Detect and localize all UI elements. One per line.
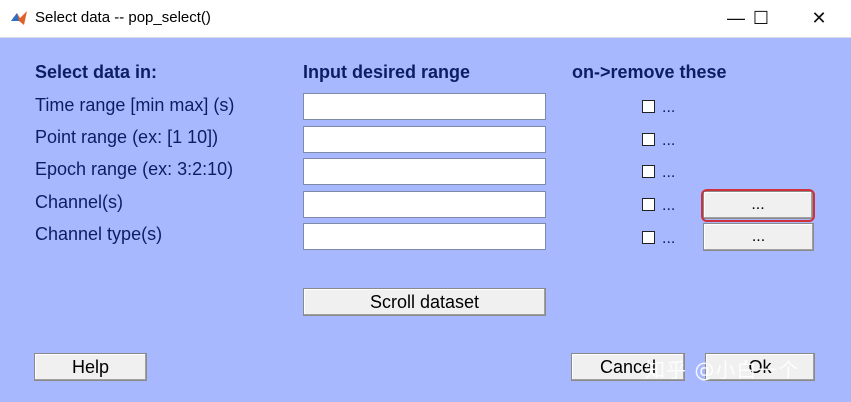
remove-header: on->remove these: [572, 62, 727, 82]
close-icon: ✕: [811, 8, 827, 28]
highlight-box: [701, 189, 815, 222]
point-range-label: Point range (ex: [1 10]): [35, 127, 219, 147]
channel-type-label: Channel type(s): [35, 224, 163, 244]
maximize-button[interactable]: ☐: [738, 0, 784, 37]
epoch-range-input[interactable]: [303, 158, 546, 185]
channels-input[interactable]: [303, 191, 546, 218]
select-in-header: Select data in:: [35, 62, 158, 82]
channels-remove-checkbox[interactable]: [642, 198, 655, 211]
epoch-range-remove-checkbox[interactable]: [642, 165, 655, 178]
matlab-icon: [11, 11, 27, 25]
scroll-dataset-button[interactable]: Scroll dataset: [303, 288, 546, 316]
channel-type-ellipsis: ...: [662, 230, 676, 247]
point-range-ellipsis: ...: [662, 132, 676, 149]
watermark-text: 知乎 @小白一个: [645, 358, 800, 382]
title-bar: Select data -- pop_select() — ☐ ✕: [0, 0, 851, 38]
point-range-input[interactable]: [303, 126, 546, 153]
time-range-ellipsis: ...: [662, 99, 676, 116]
channel-type-remove-checkbox[interactable]: [642, 231, 655, 244]
point-range-remove-checkbox[interactable]: [642, 133, 655, 146]
channels-ellipsis: ...: [662, 197, 676, 214]
time-range-input[interactable]: [303, 93, 546, 120]
maximize-icon: ☐: [752, 8, 770, 28]
window-title: Select data -- pop_select(): [35, 9, 211, 26]
channel-type-browse-button[interactable]: ...: [703, 223, 814, 251]
range-header: Input desired range: [303, 62, 471, 82]
channels-label: Channel(s): [35, 192, 124, 212]
epoch-range-ellipsis: ...: [662, 164, 676, 181]
time-range-remove-checkbox[interactable]: [642, 100, 655, 113]
channel-type-input[interactable]: [303, 223, 546, 250]
epoch-range-label: Epoch range (ex: 3:2:10): [35, 159, 234, 179]
close-button[interactable]: ✕: [796, 0, 842, 37]
time-range-label: Time range [min max] (s): [35, 95, 235, 115]
help-button[interactable]: Help: [34, 353, 147, 381]
